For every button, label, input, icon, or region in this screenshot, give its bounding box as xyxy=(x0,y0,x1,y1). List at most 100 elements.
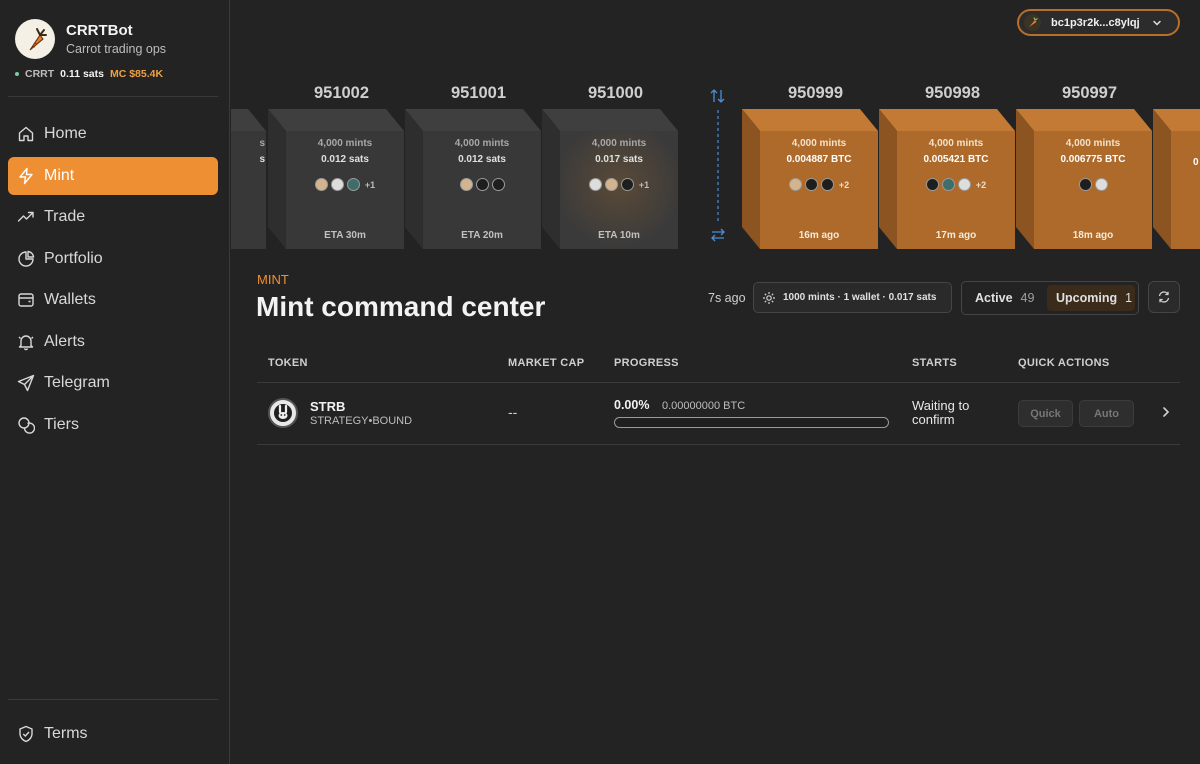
more-tokens-count: +1 xyxy=(638,179,650,190)
block-mined-partial[interactable]: 9 0 xyxy=(1153,78,1200,250)
gear-icon xyxy=(763,291,775,304)
wallet-address: bc1p3r2k...c8ylqj xyxy=(1051,16,1140,29)
sidebar-item-telegram[interactable]: Telegram xyxy=(8,364,218,402)
token-symbol: STRB xyxy=(310,399,346,414)
block-fee: 0.005421 BTC xyxy=(923,154,989,165)
block-height: 950997 xyxy=(1061,84,1118,102)
col-header-market-cap: MARKET CAP xyxy=(508,357,585,369)
token-avatar-icon xyxy=(588,178,602,191)
sidebar-item-trade[interactable]: Trade xyxy=(8,198,218,236)
block-951000[interactable]: 951000 4,000 mints 0.017 sats +1 ETA 10m xyxy=(542,78,678,250)
sidebar-item-terms[interactable]: Terms xyxy=(8,715,218,753)
block-mints: 4,000 mints xyxy=(791,138,847,149)
token-name: STRATEGY•BOUND xyxy=(310,415,413,427)
token-market-cap: -- xyxy=(508,404,518,420)
wallet-selector[interactable]: bc1p3r2k...c8ylqj xyxy=(1017,9,1180,36)
tab-count: 49 xyxy=(1020,291,1035,305)
token-avatars xyxy=(1034,178,1152,191)
rabbit-token-icon xyxy=(268,398,298,428)
block-height: 951001 xyxy=(450,84,507,102)
sidebar-item-portfolio[interactable]: Portfolio xyxy=(8,240,218,278)
block-mints: 4,000 mints xyxy=(1065,138,1121,149)
sidebar-item-label: Portfolio xyxy=(44,249,103,267)
sidebar-item-label: Telegram xyxy=(44,374,110,391)
block-height: 9 xyxy=(1153,84,1200,103)
swap-horizontal-icon xyxy=(711,228,725,242)
quick-mint-button[interactable]: Quick xyxy=(1018,400,1073,427)
token-avatar-icon xyxy=(604,178,618,191)
token-avatar-icon xyxy=(475,178,489,191)
sidebar-item-label: Terms xyxy=(44,725,88,742)
sidebar-item-mint[interactable]: Mint xyxy=(8,156,218,195)
app: CRRTBot Carrot trading ops CRRT 0.11 sat… xyxy=(0,0,1200,764)
token-avatar-icon xyxy=(314,178,328,191)
block-fee: 0.004887 BTC xyxy=(786,154,852,165)
table-divider xyxy=(257,444,1180,445)
start-status: Waiting to confirm xyxy=(912,398,970,427)
refresh-button[interactable] xyxy=(1148,281,1180,313)
token-avatar-icon xyxy=(459,178,473,191)
mint-config-button[interactable]: 1000 mints · 1 wallet · 0.017 sats xyxy=(753,282,952,313)
block-951001[interactable]: 951001 4,000 mints 0.012 sats ETA 20m xyxy=(405,78,541,250)
block-950999[interactable]: 950999 4,000 mints 0.004887 BTC +2 16m a… xyxy=(742,78,878,250)
sidebar-item-label: Alerts xyxy=(44,332,85,350)
token-avatar-icon xyxy=(1094,178,1108,191)
sidebar-item-home[interactable]: Home xyxy=(8,115,218,153)
tab-upcoming[interactable]: Upcoming 1 xyxy=(1047,285,1135,311)
sidebar-item-label: Tiers xyxy=(44,415,79,433)
tab-label: Active xyxy=(975,291,1013,305)
sidebar-item-alerts[interactable]: Alerts xyxy=(8,323,218,361)
swap-vertical-icon xyxy=(710,89,725,103)
chevron-right-icon[interactable] xyxy=(1160,406,1172,418)
trend-icon xyxy=(17,211,34,222)
sidebar-item-tiers[interactable]: Tiers xyxy=(8,406,218,444)
more-tokens-count: +2 xyxy=(838,179,850,190)
progress-btc: 0.00000000 BTC xyxy=(662,400,746,412)
col-header-token: TOKEN xyxy=(268,357,308,369)
ticker-price: 0.11 sats xyxy=(60,68,104,80)
block-strip: s s 951002 4,000 mints 0.012 sats +1 ETA… xyxy=(231,78,1200,253)
brand[interactable]: CRRTBot Carrot trading ops xyxy=(15,19,166,59)
auto-mint-button[interactable]: Auto xyxy=(1079,400,1134,427)
token-avatar-icon xyxy=(925,178,939,191)
block-mints: s xyxy=(259,138,265,149)
block-950997[interactable]: 950997 4,000 mints 0.006775 BTC 18m ago xyxy=(1016,78,1152,250)
tab-count: 1 xyxy=(1125,291,1133,305)
ticker-market-cap: MC $85.4K xyxy=(109,68,164,80)
block-mints: 4,000 mints xyxy=(317,138,373,149)
ticker-symbol: CRRT xyxy=(25,68,55,80)
token-avatar-icon xyxy=(941,178,955,191)
token-avatar-icon xyxy=(620,178,634,191)
chevron-down-icon xyxy=(1152,20,1161,26)
token-avatar-icon xyxy=(330,178,344,191)
block-951002[interactable]: 951002 4,000 mints 0.012 sats +1 ETA 30m xyxy=(268,78,404,250)
sidebar-divider xyxy=(8,96,218,97)
carrot-logo-icon xyxy=(15,19,55,59)
token-avatar-icon xyxy=(1078,178,1092,191)
token-avatars: +2 xyxy=(760,178,878,191)
block-age: 18m ago xyxy=(1072,230,1114,241)
block-950998[interactable]: 950998 4,000 mints 0.005421 BTC +2 17m a… xyxy=(879,78,1015,250)
table-divider xyxy=(257,382,1180,383)
bolt-icon xyxy=(19,167,33,184)
col-header-starts: STARTS xyxy=(912,357,957,369)
col-header-progress: PROGRESS xyxy=(614,357,679,369)
pie-icon xyxy=(18,250,35,267)
status-tabs: Active 49 Upcoming 1 xyxy=(961,281,1139,315)
sidebar: CRRTBot Carrot trading ops CRRT 0.11 sat… xyxy=(0,0,230,764)
block-mints: 4,000 mints xyxy=(591,138,647,149)
coins-icon xyxy=(18,416,35,434)
last-updated: 7s ago xyxy=(708,291,746,305)
block-upcoming-partial[interactable]: s s xyxy=(231,78,266,250)
bell-icon xyxy=(18,334,34,350)
block-eta: ETA 20m xyxy=(461,230,503,241)
tab-active[interactable]: Active 49 xyxy=(965,285,1047,311)
token-avatars: +1 xyxy=(560,178,678,191)
refresh-icon xyxy=(1158,291,1170,303)
wallet-icon xyxy=(18,293,34,307)
sidebar-footer: Terms xyxy=(8,715,218,757)
token-avatar-icon xyxy=(957,178,971,191)
send-icon xyxy=(17,374,35,392)
sidebar-item-wallets[interactable]: Wallets xyxy=(8,281,218,319)
block-mints: 4,000 mints xyxy=(454,138,510,149)
